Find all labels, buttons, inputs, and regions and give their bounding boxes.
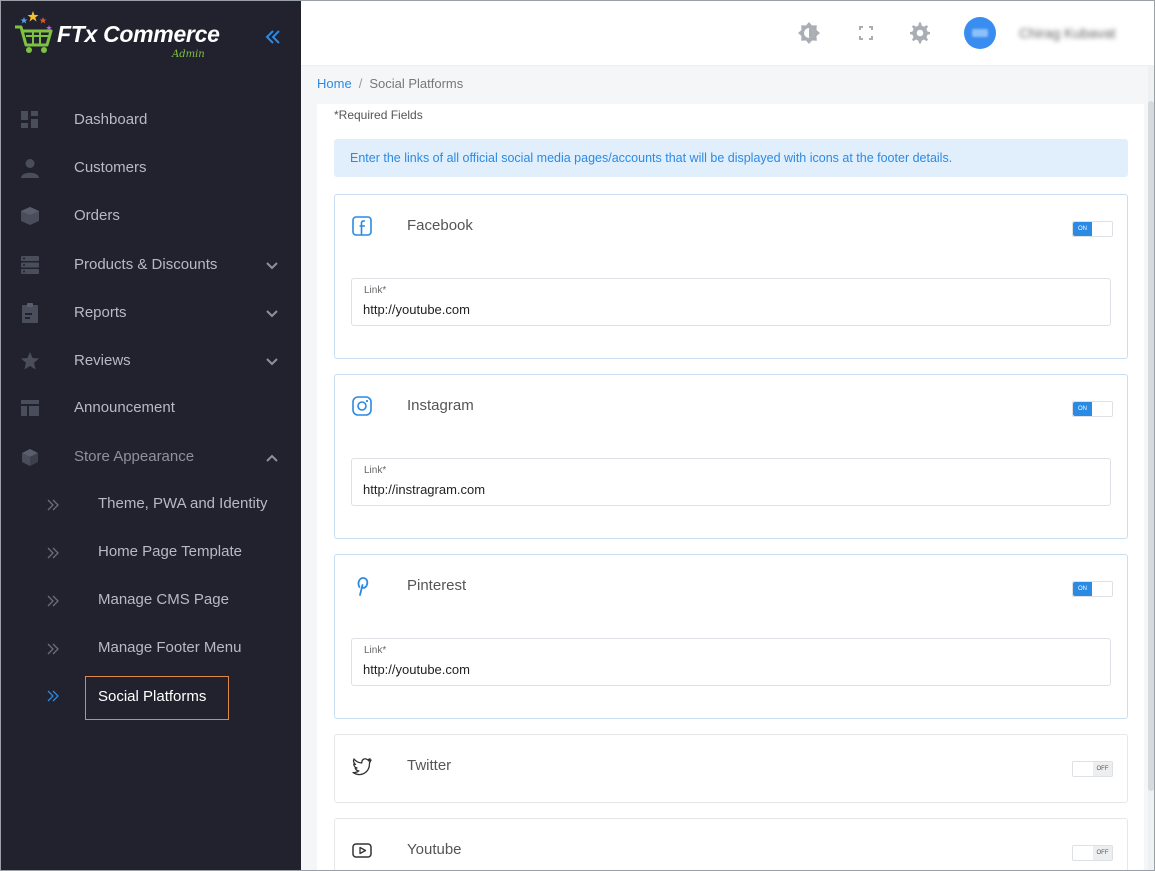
double-chevron-left-icon <box>265 30 280 44</box>
gear-icon[interactable] <box>908 21 932 45</box>
collapse-sidebar-button[interactable] <box>263 27 283 47</box>
toggle-on-label: ON <box>1073 222 1092 236</box>
sidebar-subitem-label: Home Page Template <box>98 543 242 560</box>
platform-name: Pinterest <box>407 577 467 594</box>
sidebar-subitem-label: Manage Footer Menu <box>98 639 242 656</box>
sidebar-subitem-home-page-template[interactable]: Home Page Template <box>1 530 301 574</box>
server-icon <box>21 256 39 274</box>
field-label: Link* <box>364 465 387 476</box>
breadcrumb-separator: / <box>358 76 363 91</box>
sidebar-item-label: Products & Discounts <box>74 256 218 273</box>
facebook-toggle[interactable]: ON <box>1072 221 1113 237</box>
sidebar-subitem-label: Theme, PWA and Identity <box>98 495 268 512</box>
top-bar: Chirag Kubavat <box>301 1 1154 66</box>
sidebar-subitem-label: Social Platforms <box>98 688 207 705</box>
sidebar-item-store-appearance[interactable]: Store Appearance <box>1 435 301 479</box>
facebook-link-input[interactable] <box>363 300 1083 318</box>
instagram-toggle[interactable]: ON <box>1072 401 1113 417</box>
sidebar-item-label: Dashboard <box>74 111 148 128</box>
sidebar-subitem-manage-cms-page[interactable]: Manage CMS Page <box>1 578 301 622</box>
sidebar-subitem-theme-pwa-identity[interactable]: Theme, PWA and Identity <box>1 482 301 526</box>
cart-logo-icon <box>15 11 53 53</box>
chevron-down-icon <box>266 358 278 366</box>
sidebar-item-reviews[interactable]: Reviews <box>1 339 301 383</box>
box-icon <box>21 207 39 225</box>
instagram-icon <box>352 396 372 416</box>
sidebar: FTx Commerce Admin Dashboard Customers O… <box>1 1 301 870</box>
pinterest-link-field[interactable]: Link* <box>351 638 1111 686</box>
platform-name: Instagram <box>407 397 474 414</box>
chevron-up-icon <box>266 454 278 462</box>
info-banner: Enter the links of all official social m… <box>334 139 1128 177</box>
platform-name: Facebook <box>407 217 473 234</box>
double-chevron-right-icon <box>47 595 59 607</box>
brand-logo[interactable]: FTx Commerce Admin <box>13 7 273 63</box>
toggle-on-label: ON <box>1073 402 1092 416</box>
chevron-down-icon <box>266 310 278 318</box>
platform-card-facebook: Facebook ON Link* <box>334 194 1128 359</box>
app-window: FTx Commerce Admin Dashboard Customers O… <box>0 0 1155 871</box>
user-icon <box>21 159 39 178</box>
brand-name: FTx Commerce <box>57 21 220 47</box>
layout-icon <box>21 400 39 416</box>
platform-card-pinterest: Pinterest ON Link* <box>334 554 1128 719</box>
toggle-off-label: OFF <box>1093 846 1112 860</box>
youtube-toggle[interactable]: OFF <box>1072 845 1113 861</box>
twitter-icon <box>352 758 372 776</box>
required-fields-note: *Required Fields <box>334 108 423 122</box>
sidebar-subitem-manage-footer-menu[interactable]: Manage Footer Menu <box>1 626 301 670</box>
brightness-icon[interactable] <box>797 21 821 45</box>
double-chevron-right-icon <box>47 690 59 702</box>
toggle-on-label: ON <box>1073 582 1092 596</box>
platform-card-twitter: Twitter OFF <box>334 734 1128 803</box>
facebook-icon <box>352 216 372 236</box>
clipboard-icon <box>22 303 38 323</box>
avatar[interactable] <box>964 17 996 49</box>
platform-card-instagram: Instagram ON Link* <box>334 374 1128 539</box>
pinterest-link-input[interactable] <box>363 660 1083 678</box>
breadcrumb: Home / Social Platforms <box>317 76 463 91</box>
sidebar-item-dashboard[interactable]: Dashboard <box>1 98 301 142</box>
brand-subtitle: Admin <box>172 49 205 60</box>
field-label: Link* <box>364 645 387 656</box>
sidebar-item-label: Orders <box>74 207 120 224</box>
instagram-link-field[interactable]: Link* <box>351 458 1111 506</box>
sidebar-item-customers[interactable]: Customers <box>1 146 301 190</box>
sidebar-item-reports[interactable]: Reports <box>1 291 301 335</box>
double-chevron-right-icon <box>47 547 59 559</box>
double-chevron-right-icon <box>47 643 59 655</box>
breadcrumb-current: Social Platforms <box>369 76 464 91</box>
youtube-icon <box>352 843 372 858</box>
fullscreen-icon[interactable] <box>854 21 878 45</box>
cube-icon <box>22 449 38 466</box>
pinterest-icon <box>357 577 369 596</box>
field-label: Link* <box>364 285 387 296</box>
sidebar-subitem-label: Manage CMS Page <box>98 591 229 608</box>
chevron-down-icon <box>266 262 278 270</box>
instagram-link-input[interactable] <box>363 480 1083 498</box>
toggle-off-label: OFF <box>1093 762 1112 776</box>
facebook-link-field[interactable]: Link* <box>351 278 1111 326</box>
platform-name: Twitter <box>407 757 452 774</box>
username[interactable]: Chirag Kubavat <box>1019 25 1116 41</box>
twitter-toggle[interactable]: OFF <box>1072 761 1113 777</box>
dashboard-icon <box>21 111 38 128</box>
double-chevron-right-icon <box>47 499 59 511</box>
star-icon <box>21 352 39 370</box>
sidebar-item-label: Reports <box>74 304 127 321</box>
platform-card-youtube: Youtube OFF <box>334 818 1128 870</box>
info-banner-text: Enter the links of all official social m… <box>350 151 953 165</box>
sidebar-subitem-social-platforms[interactable]: Social Platforms <box>1 676 301 720</box>
sidebar-item-announcement[interactable]: Announcement <box>1 386 301 430</box>
pinterest-toggle[interactable]: ON <box>1072 581 1113 597</box>
sidebar-item-label: Announcement <box>74 399 175 416</box>
scrollbar-thumb[interactable] <box>1148 101 1154 791</box>
breadcrumb-home-link[interactable]: Home <box>317 76 352 91</box>
sidebar-item-products-discounts[interactable]: Products & Discounts <box>1 243 301 287</box>
sidebar-item-label: Reviews <box>74 352 131 369</box>
sidebar-item-label: Store Appearance <box>74 448 195 465</box>
sidebar-item-label: Customers <box>74 159 147 176</box>
sidebar-item-orders[interactable]: Orders <box>1 194 301 238</box>
platform-name: Youtube <box>407 841 462 858</box>
